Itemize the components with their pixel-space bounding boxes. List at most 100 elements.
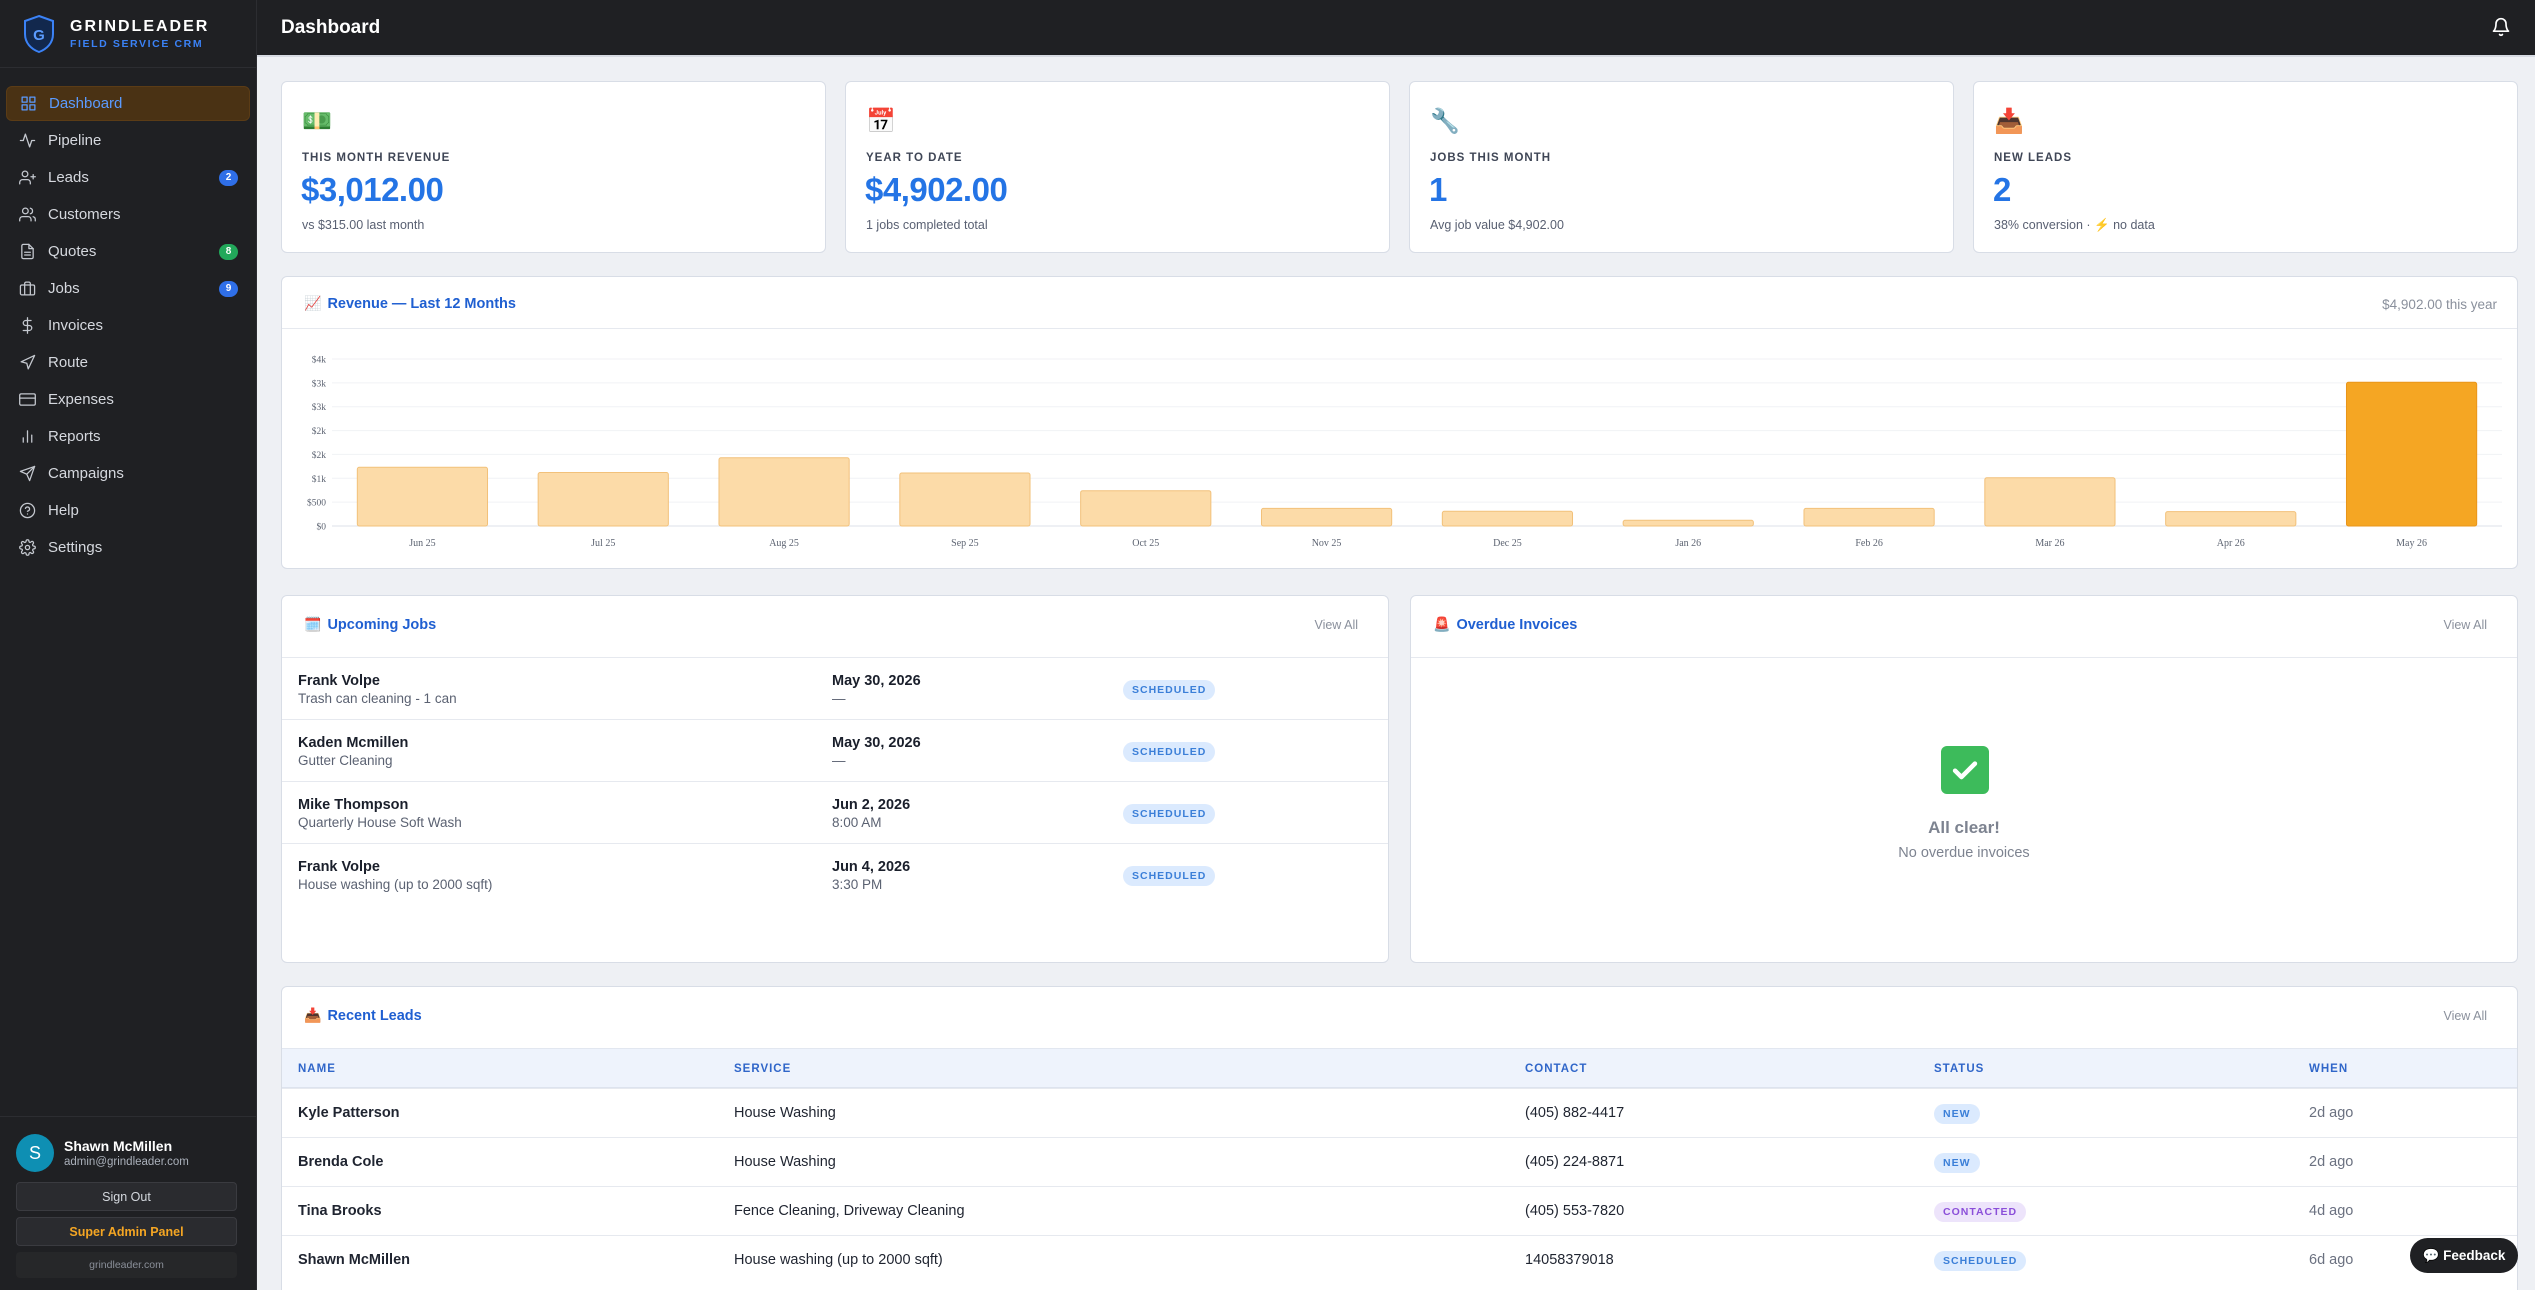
topbar: Dashboard <box>257 0 2535 57</box>
x-tick-label: Aug 25 <box>769 538 799 549</box>
stat-emoji-icon: 📅 <box>866 108 896 135</box>
overdue-view-all-link[interactable]: View All <box>2443 618 2487 632</box>
x-tick-label: Nov 25 <box>1312 538 1342 549</box>
leads-table-header: NAME SERVICE CONTACT STATUS WHEN <box>282 1048 2517 1088</box>
x-tick-label: May 26 <box>2396 538 2427 549</box>
sidebar-item-help[interactable]: Help <box>6 493 250 528</box>
siren-emoji-icon: 🚨 <box>1433 616 1451 632</box>
job-date: May 30, 2026 <box>832 735 921 751</box>
feedback-button[interactable]: 💬 Feedback <box>2410 1238 2518 1273</box>
sidebar: G GRINDLEADER FIELD SERVICE CRM Dashboar… <box>0 0 257 1290</box>
x-tick-label: Jan 26 <box>1675 538 1701 549</box>
brand-name: GRINDLEADER <box>70 17 210 35</box>
x-tick-label: Feb 26 <box>1855 538 1883 549</box>
user-name: Shawn McMillen <box>64 1138 173 1154</box>
lead-name: Shawn McMillen <box>298 1252 410 1268</box>
stat-value: 2 <box>1993 171 2011 208</box>
job-row[interactable]: Mike Thompson Quarterly House Soft Wash Ju… <box>282 781 1388 843</box>
sidebar-item-campaigns[interactable]: Campaigns <box>6 456 250 491</box>
chart-emoji-icon: 📈 <box>304 295 322 311</box>
sign-out-button[interactable]: Sign Out <box>16 1182 237 1211</box>
col-header-service[interactable]: SERVICE <box>734 1049 791 1089</box>
sidebar-item-label: Quotes <box>48 243 97 260</box>
status-badge: SCHEDULED <box>1123 804 1216 824</box>
revenue-bar <box>2165 511 2297 527</box>
job-customer-name: Frank Volpe <box>298 673 380 689</box>
y-tick-label: $3k <box>312 378 327 389</box>
sidebar-item-pipeline[interactable]: Pipeline <box>6 123 250 158</box>
table-row[interactable]: Brenda Cole House Washing (405) 224-8871 NE… <box>282 1137 2517 1186</box>
job-customer-name: Mike Thompson <box>298 797 409 813</box>
stat-emoji-icon: 📥 <box>1994 108 2024 135</box>
lead-contact: (405) 224-8871 <box>1525 1154 1625 1170</box>
user-block: S Shawn McMillen admin@grindleader.com S… <box>0 1116 256 1290</box>
stat-value: 1 <box>1429 171 1447 208</box>
col-header-name[interactable]: NAME <box>298 1049 336 1089</box>
y-tick-label: $2k <box>312 426 327 437</box>
sidebar-item-quotes[interactable]: Quotes 8 <box>6 234 250 269</box>
table-row[interactable]: Kyle Patterson House Washing (405) 882-441… <box>282 1088 2517 1137</box>
lead-contact: (405) 882-4417 <box>1525 1105 1625 1121</box>
empty-title: All clear! <box>1928 818 2000 837</box>
y-tick-label: $3k <box>312 402 327 413</box>
table-row[interactable]: Tina Brooks Fence Cleaning, Driveway Clea… <box>282 1186 2517 1235</box>
stat-subtext: 1 jobs completed total <box>866 218 988 232</box>
sidebar-item-jobs[interactable]: Jobs 9 <box>6 271 250 306</box>
page-title: Dashboard <box>281 16 381 38</box>
gear-icon <box>18 539 36 557</box>
sidebar-item-invoices[interactable]: Invoices <box>6 308 250 343</box>
overdue-invoices-card: 🚨 Overdue Invoices View All All clear! No… <box>1410 595 2518 963</box>
super-admin-panel-button[interactable]: Super Admin Panel <box>16 1217 237 1246</box>
sidebar-item-label: Campaigns <box>48 465 124 482</box>
activity-icon <box>18 132 36 150</box>
lead-when: 2d ago <box>2309 1105 2354 1121</box>
user-plus-icon <box>18 169 36 187</box>
y-tick-label: $1k <box>312 474 327 485</box>
lead-service: House Washing <box>734 1154 836 1170</box>
lead-when: 4d ago <box>2309 1203 2354 1219</box>
sidebar-item-customers[interactable]: Customers <box>6 197 250 232</box>
sidebar-item-label: Route <box>48 354 89 371</box>
inbox-emoji-icon: 📥 <box>304 1007 322 1023</box>
job-row[interactable]: Frank Volpe Trash can cleaning - 1 can May… <box>282 657 1388 719</box>
send-icon <box>18 465 36 483</box>
sidebar-item-label: Leads <box>48 169 89 186</box>
sidebar-item-label: Reports <box>48 428 101 445</box>
revenue-bar <box>537 472 669 527</box>
bell-icon[interactable] <box>2491 16 2511 38</box>
revenue-bar <box>2345 381 2478 527</box>
avatar[interactable]: S <box>16 1134 54 1172</box>
brand[interactable]: G GRINDLEADER FIELD SERVICE CRM <box>0 0 256 68</box>
sidebar-item-leads[interactable]: Leads 2 <box>6 160 250 195</box>
sidebar-item-reports[interactable]: Reports <box>6 419 250 454</box>
upcoming-jobs-title: Upcoming Jobs <box>327 616 437 633</box>
sidebar-item-dashboard[interactable]: Dashboard <box>6 86 250 121</box>
stat-card: 🔧 JOBS THIS MONTH 1 Avg job value $4,902.00 <box>1409 81 1954 253</box>
stat-label: THIS MONTH REVENUE <box>302 152 451 164</box>
sidebar-item-settings[interactable]: Settings <box>6 530 250 565</box>
col-header-when[interactable]: WHEN <box>2309 1049 2348 1089</box>
revenue-bar <box>356 466 489 527</box>
col-header-contact[interactable]: CONTACT <box>1525 1049 1587 1089</box>
job-row[interactable]: Frank Volpe House washing (up to 2000 sqf… <box>282 843 1388 905</box>
stat-label: JOBS THIS MONTH <box>1430 152 1552 164</box>
sidebar-item-route[interactable]: Route <box>6 345 250 380</box>
bar-chart-icon <box>18 428 36 446</box>
upcoming-view-all-link[interactable]: View All <box>1314 618 1358 632</box>
domain-label[interactable]: grindleader.com <box>16 1252 237 1278</box>
upcoming-jobs-card: 🗓️ Upcoming Jobs View All Frank Volpe Tras… <box>281 595 1389 963</box>
job-service: House washing (up to 2000 sqft) <box>298 877 493 892</box>
revenue-bar <box>1080 490 1212 527</box>
lead-service: Fence Cleaning, Driveway Cleaning <box>734 1203 965 1219</box>
sidebar-item-expenses[interactable]: Expenses <box>6 382 250 417</box>
status-badge: SCHEDULED <box>1123 742 1216 762</box>
sidebar-nav: Dashboard Pipeline Leads 2 Customers Quotes 8 J… <box>0 68 256 565</box>
x-tick-label: Mar 26 <box>2035 538 2064 549</box>
table-row[interactable]: Shawn McMillen House washing (up to 2000 … <box>282 1235 2517 1284</box>
job-row[interactable]: Kaden Mcmillen Gutter Cleaning May 30, 202… <box>282 719 1388 781</box>
revenue-bar <box>1984 477 2116 527</box>
col-header-status[interactable]: STATUS <box>1934 1049 1984 1089</box>
x-tick-label: Oct 25 <box>1132 538 1159 549</box>
job-time: — <box>832 753 846 768</box>
leads-view-all-link[interactable]: View All <box>2443 1009 2487 1023</box>
